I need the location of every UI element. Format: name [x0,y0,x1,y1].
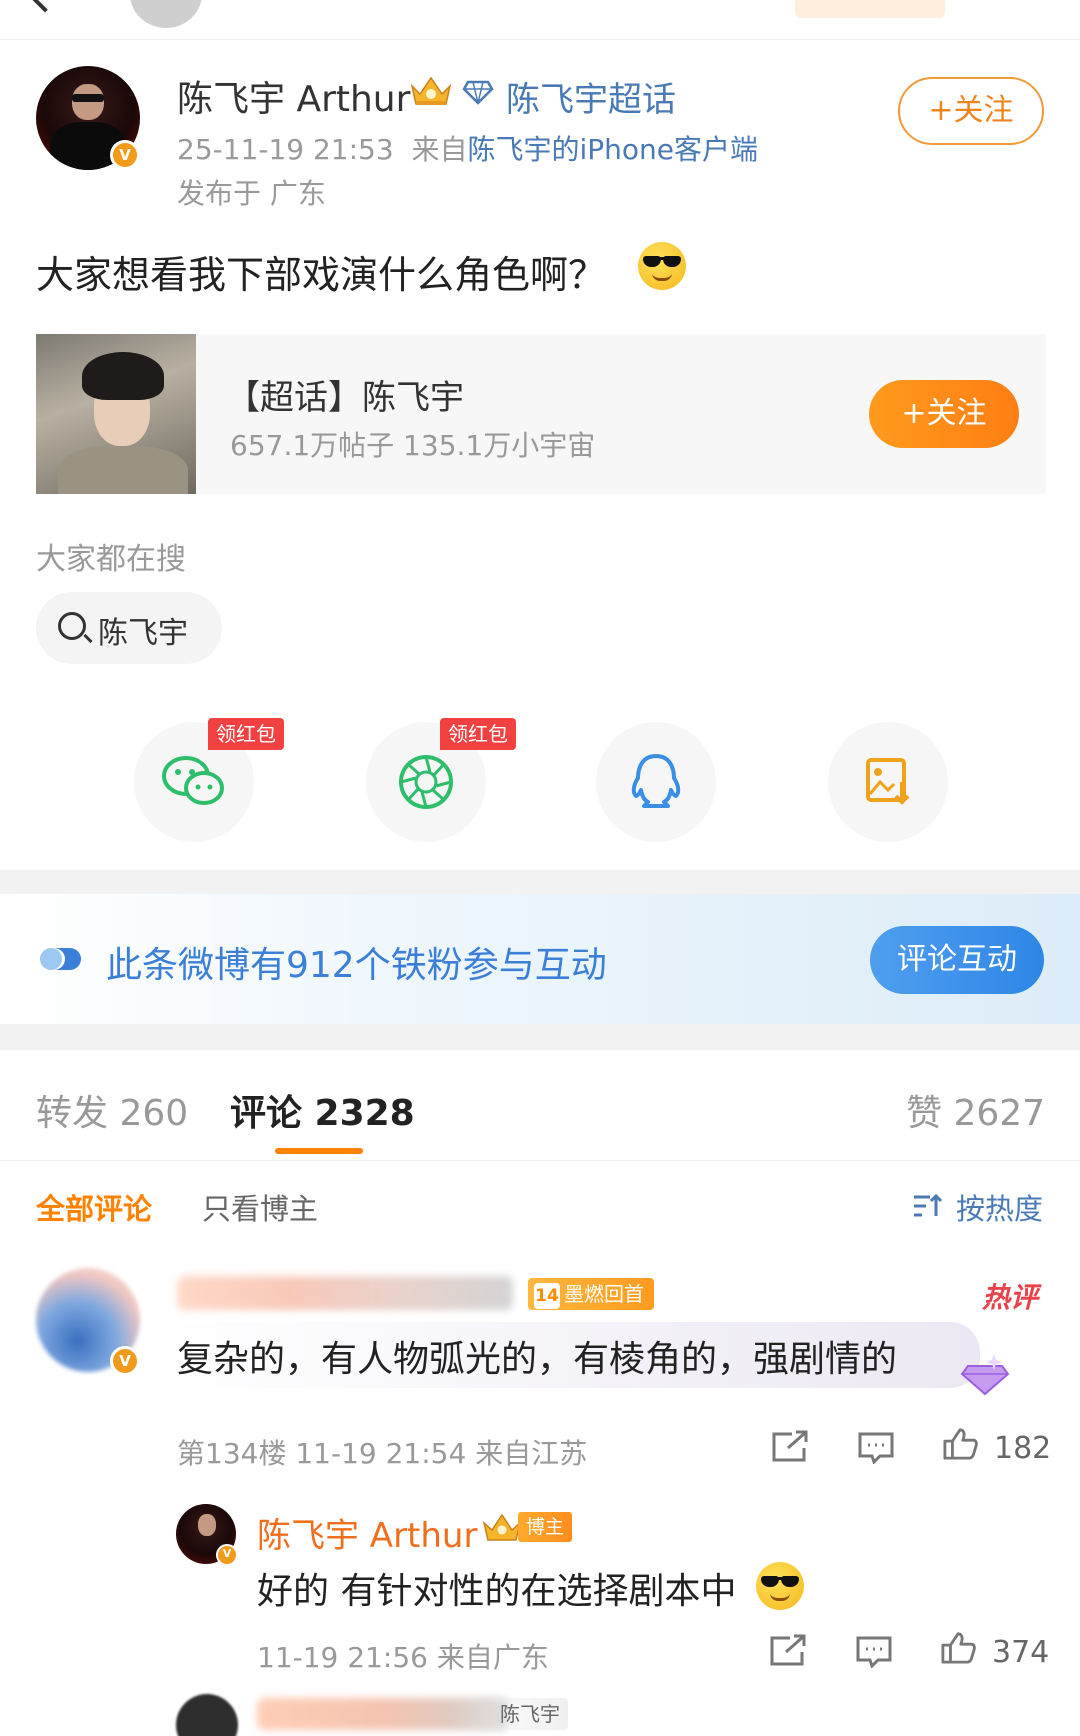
save-image-button[interactable] [828,722,948,842]
like-count: 182 [994,1431,1052,1466]
tab-repost[interactable]: 转发 260 [36,1084,188,1136]
comment-text: 复杂的，有人物弧光的，有棱角的，强剧情的 [177,1339,898,1380]
reply-text: 好的 有针对性的在选择剧本中 [257,1571,737,1612]
redpack-badge: 领红包 [440,718,516,750]
top-bar [0,0,1080,40]
next-commenter-avatar[interactable] [176,1694,238,1736]
filter-all-comments[interactable]: 全部评论 [36,1186,152,1228]
fan-level-badge: 14 墨燃回首 [528,1278,654,1310]
fan-interaction-banner[interactable]: 此条微博有912个铁粉参与互动 评论互动 [0,894,1080,1024]
supertopic-link[interactable]: 陈飞宇超话 [506,72,676,121]
post-location: 发布于 广东 [177,177,326,210]
share-icon[interactable] [768,1634,808,1668]
avatar-sunglasses [72,94,104,102]
hot-comment-badge: 热评 [982,1281,1039,1314]
like-count: 374 [992,1635,1050,1670]
supertopic-image [36,334,196,494]
owner-badge-label: 博主 [518,1512,573,1542]
owner-badge: 博主 [480,1512,573,1544]
verified-icon: V [216,1544,238,1566]
comment-icon[interactable] [856,1430,896,1464]
qq-icon [631,754,681,808]
diamond-decoration-icon [960,1354,1010,1396]
tabs-divider [0,1160,1080,1161]
filter-owner-only[interactable]: 只看博主 [202,1186,318,1228]
search-chip-label: 陈飞宇 [98,616,188,651]
back-icon[interactable] [29,0,61,13]
comment-icon[interactable] [854,1634,894,1668]
share-qq-button[interactable] [596,722,716,842]
like-icon[interactable] [940,1426,980,1460]
search-icon [58,612,86,640]
sort-by-hot-button[interactable]: 按热度 [956,1186,1043,1228]
fan-badge-icon [40,948,81,970]
supertopic-title: 【超话】陈飞宇 [226,378,464,418]
section-divider [0,870,1080,894]
verified-icon: V [110,1346,140,1376]
supertopic-follow-button[interactable]: +关注 [869,380,1019,448]
verified-icon: V [110,140,140,170]
top-action-button[interactable] [795,0,945,18]
commenter-name-blurred[interactable] [177,1276,513,1310]
cool-emoji-icon [638,242,686,290]
search-hint-label: 大家都在搜 [36,542,186,577]
active-tab-indicator [275,1148,363,1154]
post-time: 25-11-19 21:53 [177,133,394,166]
post-source[interactable]: 陈飞宇的iPhone客户端 [468,133,759,166]
supertopic-stats: 657.1万帖子 135.1万小宇宙 [230,429,596,462]
crown-icon [410,76,452,105]
redpack-badge: 领红包 [208,718,284,750]
comment-interact-button[interactable]: 评论互动 [870,926,1044,994]
post-text: 大家想看我下部戏演什么角色啊？ [36,253,607,297]
supertopic-card[interactable]: 【超话】陈飞宇 657.1万帖子 135.1万小宇宙 +关注 [36,334,1046,494]
section-divider [0,1024,1080,1050]
fan-interaction-text: 此条微博有912个铁粉参与互动 [106,945,607,986]
share-icon[interactable] [770,1430,810,1464]
save-image-icon [866,758,910,805]
reply-author-name[interactable]: 陈飞宇 Arthur [257,1508,477,1557]
comment-meta: 第134楼 11-19 21:54 来自江苏 [177,1437,588,1470]
reply-meta: 11-19 21:56 来自广东 [257,1641,549,1674]
cool-emoji-icon [756,1562,804,1610]
sort-icon [914,1193,943,1217]
tab-like[interactable]: 赞 2627 [906,1084,1045,1136]
top-avatar [130,0,202,28]
search-chip[interactable]: 陈飞宇 [36,592,222,664]
post-source-prefix: 来自 [411,133,468,166]
follow-button[interactable]: +关注 [898,77,1044,145]
next-commenter-tag: 陈飞宇 [450,1698,568,1730]
like-icon[interactable] [938,1630,978,1664]
tab-comment[interactable]: 评论 2328 [230,1084,415,1136]
supertopic-diamond-icon [462,80,494,105]
author-name[interactable]: 陈飞宇 Arthur [177,70,410,122]
post-meta: 25-11-19 21:53 来自陈飞宇的iPhone客户端 [177,128,758,168]
